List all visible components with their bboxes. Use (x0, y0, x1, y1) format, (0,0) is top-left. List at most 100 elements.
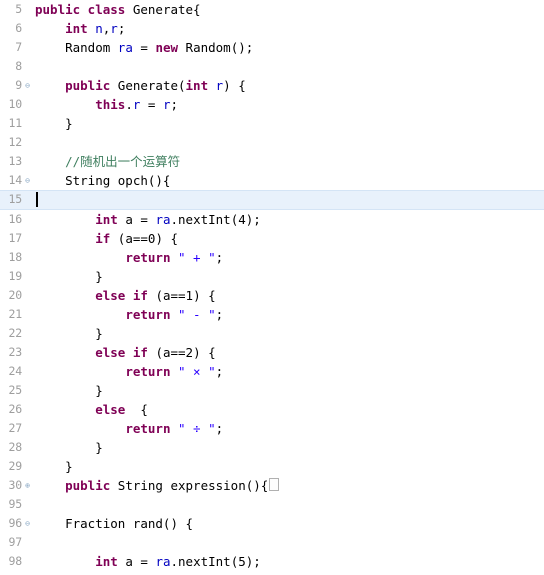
token-pln: String opch(){ (35, 173, 171, 189)
code-line-text: public class Generate{ (35, 0, 201, 19)
code-line[interactable]: 12 (0, 133, 544, 152)
code-line[interactable]: 21 return " - "; (0, 305, 544, 324)
line-number: 29 (8, 459, 23, 474)
token-str: " + " (178, 249, 216, 265)
line-number: 25 (8, 382, 23, 397)
code-line[interactable]: 19 } (0, 267, 544, 286)
code-line-text: public String expression(){ (35, 476, 280, 495)
fold-collapse-icon[interactable]: ⊖ (24, 520, 31, 528)
token-pln: .nextInt( (170, 554, 239, 570)
code-line-text: Fraction f = new Fraction(); (35, 571, 306, 575)
code-line[interactable]: 7 Random ra = new Random(); (0, 38, 544, 57)
line-number: 14 (8, 173, 23, 188)
token-num: 4 (238, 211, 246, 227)
code-line[interactable]: 96 ⊖ Fraction rand() { (0, 514, 544, 533)
code-line[interactable]: 97 (0, 533, 544, 552)
line-number: 9 (15, 78, 22, 93)
token-pln: ; (170, 97, 179, 113)
token-pln (35, 97, 95, 112)
code-line-text: } (35, 457, 73, 476)
token-pln (35, 554, 95, 569)
token-pln: } (35, 116, 73, 132)
token-pln: } (35, 459, 73, 475)
token-kw: else (95, 401, 133, 417)
code-line[interactable]: 10 this.r = r; (0, 95, 544, 114)
fold-collapse-icon[interactable]: ⊖ (24, 82, 31, 90)
code-line[interactable]: 24 return " × "; (0, 362, 544, 381)
token-pln: Generate( (117, 78, 186, 94)
token-pln (35, 402, 95, 417)
token-pln: ) { (155, 230, 179, 246)
token-kw: int (65, 21, 96, 37)
code-line[interactable]: 13 //随机出一个运算符 (0, 152, 544, 171)
code-line[interactable]: 99 Fraction f = new Fraction(); (0, 571, 544, 575)
line-number: 7 (15, 40, 22, 55)
code-line[interactable]: 30 ⊕ public String expression(){ (0, 476, 544, 495)
token-pln: } (35, 325, 103, 341)
code-line[interactable]: 29 } (0, 457, 544, 476)
code-editor-viewport[interactable]: 5 public class Generate{6 int n,r; 7 Rando… (0, 0, 544, 575)
code-line[interactable]: 23 else if (a==2) { (0, 343, 544, 362)
code-line[interactable]: 20 else if (a==1) { (0, 286, 544, 305)
code-line-text: Random ra = new Random(); (35, 38, 253, 57)
token-pln: a = (125, 211, 156, 227)
code-line[interactable]: 26 else { (0, 400, 544, 419)
code-line[interactable]: 8 (0, 57, 544, 76)
line-number: 16 (8, 211, 23, 226)
token-pln: ); (245, 554, 261, 570)
token-fld: r (162, 97, 171, 113)
token-num: 2 (185, 344, 194, 360)
line-number: 13 (8, 154, 23, 169)
fold-collapse-icon[interactable]: ⊖ (24, 177, 31, 185)
line-number: 20 (8, 287, 23, 302)
code-line-text: int n,r; (35, 19, 125, 38)
token-pln (35, 212, 95, 227)
code-line-text: if (a==0) { (35, 229, 178, 248)
code-line[interactable]: 17 if (a==0) { (0, 229, 544, 248)
line-number: 23 (8, 344, 23, 359)
line-number: 28 (8, 440, 23, 455)
code-line[interactable]: 27 return " ÷ "; (0, 419, 544, 438)
code-line[interactable]: 25 } (0, 381, 544, 400)
code-line[interactable]: 6 int n,r; (0, 19, 544, 38)
code-line[interactable]: 22 } (0, 324, 544, 343)
token-pln: Random (35, 40, 118, 56)
code-lines-container[interactable]: 5 public class Generate{6 int n,r; 7 Rando… (0, 0, 544, 575)
token-kw: else if (95, 344, 156, 360)
token-pln (35, 21, 65, 36)
code-line-text: int a = ra.nextInt(5); (35, 552, 261, 571)
line-number: 27 (8, 421, 23, 436)
token-pln: ; (215, 306, 224, 322)
token-pln: ; (215, 249, 224, 265)
fold-expand-icon[interactable]: ⊕ (24, 482, 31, 490)
code-line[interactable]: 15 (0, 190, 544, 210)
line-number: 17 (8, 230, 23, 245)
token-kw: if (95, 230, 118, 246)
token-pln: ) { (193, 344, 216, 360)
line-number: 21 (8, 306, 23, 321)
code-line[interactable]: 14 ⊖ String opch(){ (0, 171, 544, 190)
token-pln: ) { (223, 78, 246, 94)
code-line[interactable]: 5 public class Generate{ (0, 0, 544, 19)
code-line[interactable]: 18 return " + "; (0, 248, 544, 267)
code-line-text: Fraction rand() { (35, 514, 193, 533)
code-line[interactable]: 95 (0, 495, 544, 514)
token-str: " - " (178, 306, 216, 322)
token-kw: public (65, 478, 118, 494)
code-line[interactable]: 11 } (0, 114, 544, 133)
collapsed-code-icon[interactable] (269, 478, 280, 492)
token-kw: new (155, 40, 186, 56)
token-pln: (a== (155, 344, 186, 360)
token-kw: return (125, 363, 178, 379)
code-line[interactable]: 9 ⊖ public Generate(int r) { (0, 76, 544, 95)
code-line[interactable]: 28 } (0, 438, 544, 457)
code-line[interactable]: 16 int a = ra.nextInt(4); (0, 210, 544, 229)
code-line[interactable]: 98 int a = ra.nextInt(5); (0, 552, 544, 571)
text-caret (36, 192, 38, 208)
token-kw: public class (35, 2, 133, 17)
token-fld: ra (155, 554, 171, 570)
code-line-text: else if (a==1) { (35, 286, 215, 305)
token-kw: else if (95, 287, 156, 303)
token-pln (35, 250, 125, 265)
token-pln: } (35, 382, 103, 398)
